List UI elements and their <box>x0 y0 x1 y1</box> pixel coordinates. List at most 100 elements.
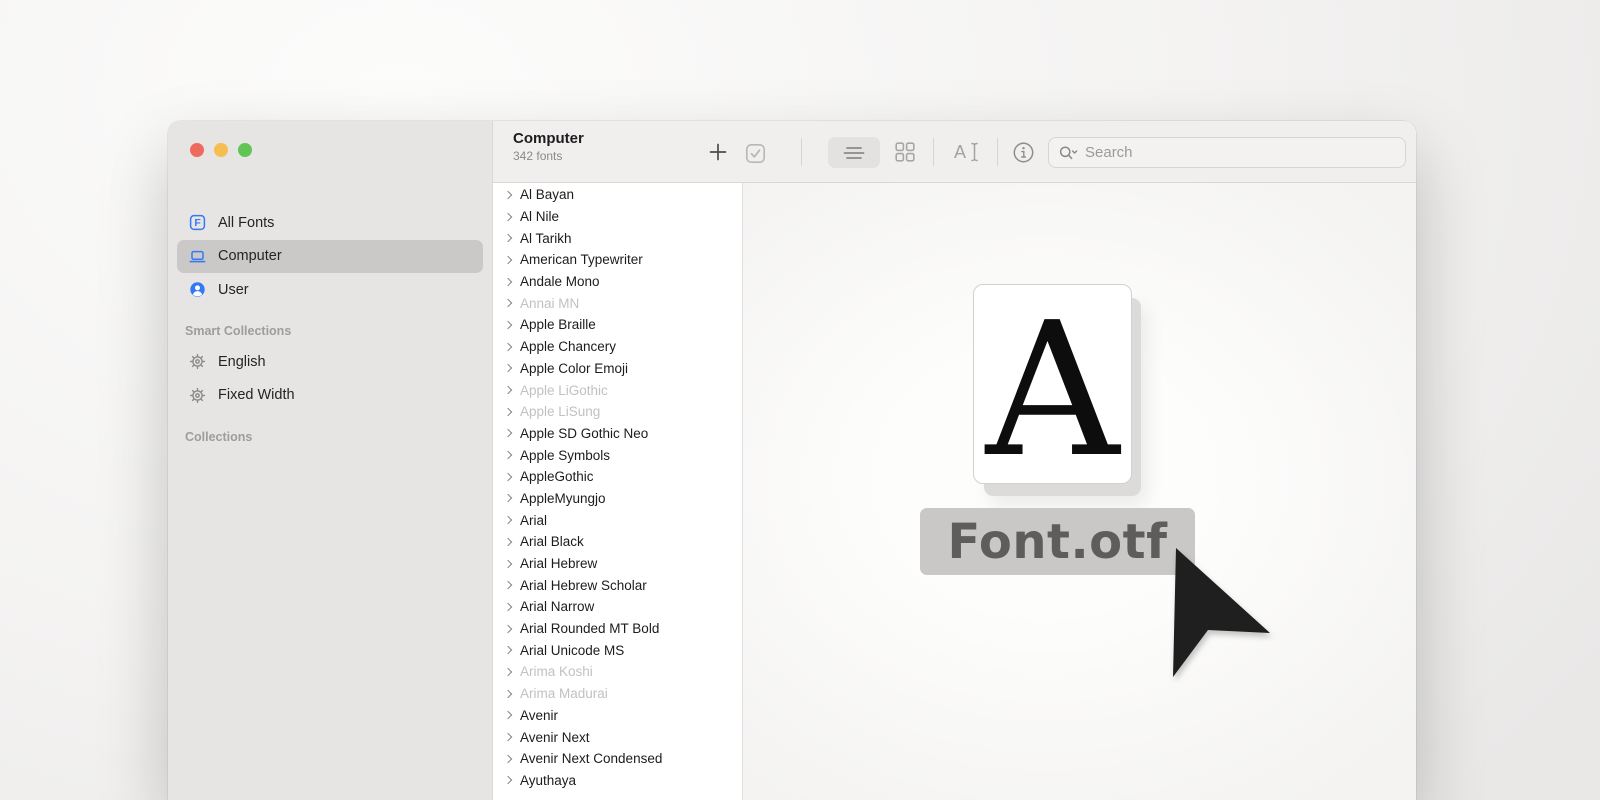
chevron-right-icon[interactable] <box>504 256 512 264</box>
grid-view-icon <box>894 141 916 163</box>
font-name-label: AppleMyungjo <box>520 491 606 506</box>
font-name-label: Apple SD Gothic Neo <box>520 426 648 441</box>
chevron-right-icon[interactable] <box>504 603 512 611</box>
font-file-icon: A <box>973 284 1132 484</box>
close-button[interactable] <box>190 143 204 157</box>
sidebar-item-english[interactable]: English <box>177 345 483 379</box>
font-list-item[interactable]: Al Bayan <box>493 184 742 206</box>
chevron-right-icon[interactable] <box>504 646 512 654</box>
font-list-item[interactable]: Apple Chancery <box>493 336 742 358</box>
font-list-item[interactable]: Avenir <box>493 705 742 727</box>
chevron-right-icon[interactable] <box>504 212 512 220</box>
content-area: Al Bayan Al Nile Al Tarikh American Typewri… <box>493 183 1416 800</box>
font-list-item[interactable]: Apple LiGothic <box>493 379 742 401</box>
font-list-item[interactable]: Arima Madurai <box>493 683 742 705</box>
font-name-label: Apple LiGothic <box>520 383 608 398</box>
list-view-icon <box>842 143 866 163</box>
enable-fonts-button[interactable] <box>741 139 769 167</box>
sidebar-item-all-fonts[interactable]: F All Fonts <box>177 206 483 240</box>
font-name-label: Al Bayan <box>520 187 574 202</box>
font-list-item[interactable]: Arial Unicode MS <box>493 639 742 661</box>
add-fonts-button[interactable] <box>704 138 732 166</box>
chevron-right-icon[interactable] <box>504 429 512 437</box>
minimize-button[interactable] <box>214 143 228 157</box>
font-list-item[interactable]: Arial Hebrew Scholar <box>493 574 742 596</box>
font-list-item[interactable]: Al Nile <box>493 206 742 228</box>
font-name-label: Apple Braille <box>520 317 596 332</box>
plus-icon <box>708 142 728 162</box>
font-list-item[interactable]: Arial Black <box>493 531 742 553</box>
chevron-right-icon[interactable] <box>504 342 512 350</box>
font-list-item[interactable]: Arial Hebrew <box>493 553 742 575</box>
font-name-label: Arial Black <box>520 534 584 549</box>
title-block: Computer 342 fonts <box>513 130 584 163</box>
font-list-item[interactable]: Avenir Next <box>493 726 742 748</box>
chevron-right-icon[interactable] <box>504 624 512 632</box>
font-name-label: Andale Mono <box>520 274 600 289</box>
font-list-item[interactable]: Apple Braille <box>493 314 742 336</box>
font-name-label: American Typewriter <box>520 252 643 267</box>
toolbar-separator <box>933 138 934 166</box>
chevron-right-icon[interactable] <box>504 559 512 567</box>
font-list-item[interactable]: Arima Koshi <box>493 661 742 683</box>
font-name-label: Arima Madurai <box>520 686 608 701</box>
font-list: Al Bayan Al Nile Al Tarikh American Typewri… <box>493 183 743 800</box>
font-list-item[interactable]: Apple Symbols <box>493 444 742 466</box>
font-list-item[interactable]: Apple SD Gothic Neo <box>493 423 742 445</box>
chevron-right-icon[interactable] <box>504 776 512 784</box>
chevron-right-icon[interactable] <box>504 668 512 676</box>
chevron-right-icon[interactable] <box>504 364 512 372</box>
font-list-item[interactable]: Annai MN <box>493 292 742 314</box>
chevron-right-icon[interactable] <box>504 277 512 285</box>
chevron-right-icon[interactable] <box>504 321 512 329</box>
preview-pane: A Font.otf <box>743 183 1416 800</box>
chevron-right-icon[interactable] <box>504 689 512 697</box>
font-name-label: Apple Chancery <box>520 339 616 354</box>
chevron-right-icon[interactable] <box>504 191 512 199</box>
chevron-right-icon[interactable] <box>504 407 512 415</box>
chevron-right-icon[interactable] <box>504 581 512 589</box>
font-list-item[interactable]: AppleGothic <box>493 466 742 488</box>
chevron-right-icon[interactable] <box>504 386 512 394</box>
sidebar-item-label: All Fonts <box>218 215 274 231</box>
font-list-item[interactable]: Arial <box>493 509 742 531</box>
font-list-item[interactable]: Apple Color Emoji <box>493 358 742 380</box>
sample-text-icon: A <box>952 140 984 164</box>
chevron-right-icon[interactable] <box>504 494 512 502</box>
grid-view-button[interactable] <box>891 138 919 166</box>
font-name-label: Avenir Next Condensed <box>520 751 662 766</box>
font-list-item[interactable]: AppleMyungjo <box>493 488 742 510</box>
font-name-label: Al Tarikh <box>520 231 572 246</box>
chevron-right-icon[interactable] <box>504 516 512 524</box>
font-name-label: Arial Rounded MT Bold <box>520 621 659 636</box>
font-name-label: Ayuthaya <box>520 773 576 788</box>
font-list-item[interactable]: Ayuthaya <box>493 770 742 792</box>
chevron-right-icon[interactable] <box>504 234 512 242</box>
sample-text-button[interactable]: A <box>951 138 985 166</box>
font-list-item[interactable]: American Typewriter <box>493 249 742 271</box>
sidebar-item-label: English <box>218 354 266 370</box>
chevron-right-icon[interactable] <box>504 473 512 481</box>
font-list-item[interactable]: Apple LiSung <box>493 401 742 423</box>
toolbar: Computer 342 fonts <box>493 121 1416 183</box>
list-view-button[interactable] <box>828 137 880 168</box>
font-list-item[interactable]: Al Tarikh <box>493 227 742 249</box>
search-input[interactable] <box>1085 144 1396 161</box>
chevron-right-icon[interactable] <box>504 754 512 762</box>
font-list-item[interactable]: Arial Rounded MT Bold <box>493 618 742 640</box>
zoom-button[interactable] <box>238 143 252 157</box>
chevron-right-icon[interactable] <box>504 733 512 741</box>
chevron-right-icon[interactable] <box>504 299 512 307</box>
sidebar-item-fixed-width[interactable]: Fixed Width <box>177 379 483 413</box>
sidebar-item-computer[interactable]: Computer <box>177 240 483 274</box>
smart-collections-header: Smart Collections <box>185 324 291 338</box>
font-list-item[interactable]: Avenir Next Condensed <box>493 748 742 770</box>
font-list-item[interactable]: Arial Narrow <box>493 596 742 618</box>
chevron-right-icon[interactable] <box>504 538 512 546</box>
chevron-right-icon[interactable] <box>504 451 512 459</box>
chevron-right-icon[interactable] <box>504 711 512 719</box>
search-field[interactable] <box>1048 137 1406 168</box>
font-list-item[interactable]: Andale Mono <box>493 271 742 293</box>
sidebar-item-user[interactable]: User <box>177 273 483 307</box>
info-button[interactable] <box>1009 138 1037 166</box>
